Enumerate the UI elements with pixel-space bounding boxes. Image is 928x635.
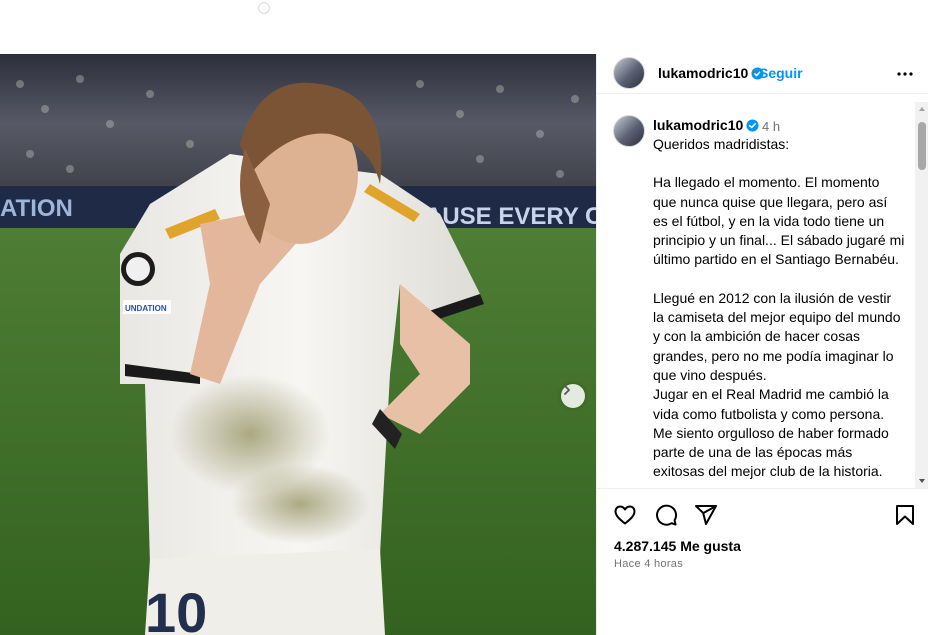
heart-icon[interactable] <box>613 503 637 527</box>
caption-scrollbar[interactable] <box>915 102 928 488</box>
scroll-up-arrow-icon[interactable] <box>918 105 926 113</box>
scrollbar-thumb[interactable] <box>918 122 926 170</box>
caption-username-text[interactable]: lukamodric10 <box>653 117 743 133</box>
caption-paragraph: Jugar en el Real Madrid me cambió la vid… <box>653 386 889 480</box>
bookmark-icon[interactable] <box>893 503 917 527</box>
chevron-right-icon <box>564 385 570 395</box>
likes-number[interactable]: 4.287.145 <box>614 538 676 554</box>
caption-paragraph: Llegué en 2012 con la ilusión de vestir … <box>653 289 901 383</box>
caption-paragraph: Queridos madridistas: <box>653 136 790 152</box>
post-side-panel: lukamodric10 • Seguir lukamodric10 4 h Q… <box>596 54 928 635</box>
scroll-down-arrow-icon[interactable] <box>918 477 926 485</box>
likes-count[interactable]: 4.287.145 Me gusta <box>614 538 741 554</box>
post-time-ago: Hace 4 horas <box>614 558 684 570</box>
carousel-indicator-dot <box>258 2 270 14</box>
ad-board-text-left: ATION <box>0 195 73 222</box>
sleeve-patch-text: UNDATION <box>125 304 167 313</box>
share-icon[interactable] <box>694 503 718 527</box>
actions-divider <box>597 488 928 489</box>
post-header: lukamodric10 • Seguir <box>597 54 928 94</box>
author-username[interactable]: lukamodric10 <box>658 65 764 81</box>
caption-timestamp[interactable]: 4 h <box>762 119 780 134</box>
header-separator: • <box>752 65 757 79</box>
author-username-text[interactable]: lukamodric10 <box>658 65 748 81</box>
caption-author-avatar[interactable] <box>613 115 645 147</box>
verified-badge-icon <box>746 119 759 132</box>
photo-illustration: ATION AUSE EVERY C UNDATION 10 <box>0 54 596 635</box>
caption-paragraph: Ha llegado el momento. El momento que nu… <box>653 174 905 268</box>
comment-icon[interactable] <box>654 503 678 527</box>
follow-button[interactable]: Seguir <box>759 65 803 81</box>
caption-text: Queridos madridistas: Ha llegado el mome… <box>653 135 905 482</box>
more-options-icon[interactable] <box>895 66 915 82</box>
caption-area: lukamodric10 4 h Queridos madridistas: H… <box>597 102 915 488</box>
author-avatar[interactable] <box>613 57 645 89</box>
caption-author-username[interactable]: lukamodric10 <box>653 117 759 133</box>
post-photo[interactable]: ATION AUSE EVERY C UNDATION 10 <box>0 54 596 635</box>
carousel-next-button[interactable] <box>561 384 585 408</box>
action-bar <box>597 501 928 529</box>
ad-board-text-right: AUSE EVERY C <box>425 203 596 230</box>
likes-label[interactable]: Me gusta <box>680 538 741 554</box>
shorts-number: 10 <box>145 581 207 635</box>
